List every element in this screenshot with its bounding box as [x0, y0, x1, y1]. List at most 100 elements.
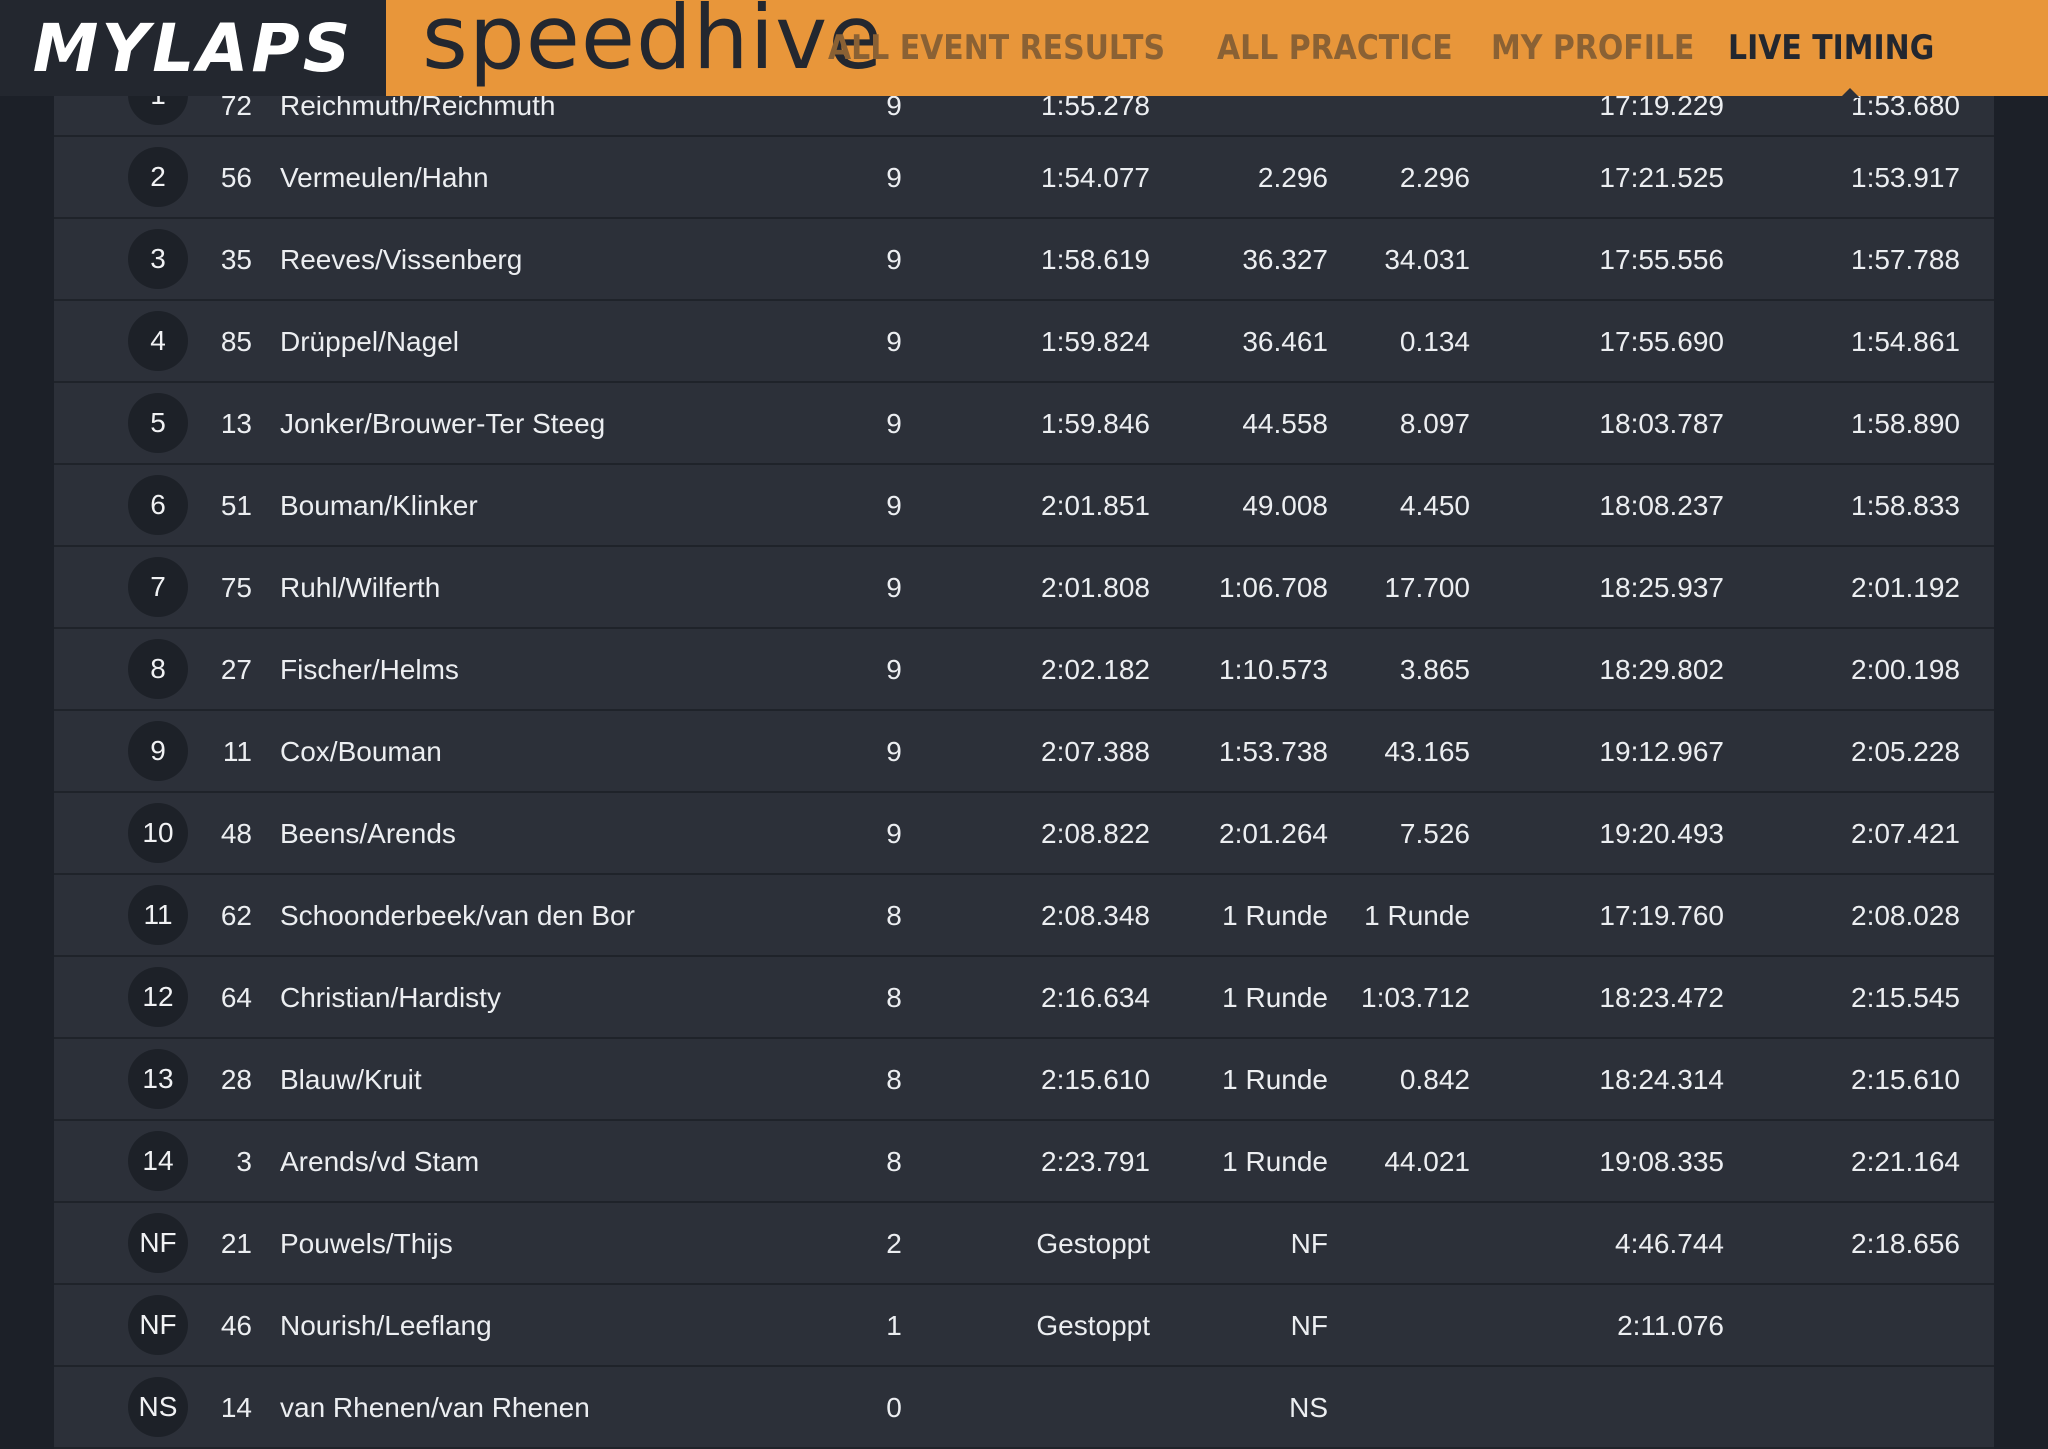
gap-to-leader: 2.296: [1257, 162, 1328, 193]
result-row[interactable]: 13 28 Blauw/Kruit 8 2:15.610 1 Runde 0.842 18:2…: [54, 1039, 1994, 1121]
total-time: 19:08.335: [1599, 1146, 1724, 1177]
position-badge: NF: [128, 1295, 188, 1355]
nav-my-profile[interactable]: MY PROFILE: [1491, 28, 1694, 68]
total-time: 2:11.076: [1617, 1310, 1724, 1341]
car-number: 27: [220, 654, 252, 685]
main-nav: ALL EVENT RESULTS ALL PRACTICE MY PROFIL…: [828, 28, 1938, 68]
last-lap-time: 2:07.388: [1041, 736, 1150, 767]
laps: 9: [886, 408, 902, 439]
result-row[interactable]: 12 64 Christian/Hardisty 8 2:16.634 1 Runde 1:…: [54, 957, 1994, 1039]
driver-name: Bouman/Klinker: [280, 490, 478, 521]
laps: 9: [886, 818, 902, 849]
result-row[interactable]: 9 11 Cox/Bouman 9 2:07.388 1:53.738 43.165 19:1…: [54, 711, 1994, 793]
nav-all-practice[interactable]: ALL PRACTICE: [1217, 28, 1453, 68]
driver-name: Jonker/Brouwer-Ter Steeg: [280, 408, 606, 439]
car-number: 13: [220, 408, 252, 439]
laps: 9: [886, 654, 902, 685]
speedhive-logo[interactable]: speedhive: [422, 0, 883, 89]
position-badge: NS: [128, 1377, 188, 1437]
car-number: 35: [220, 244, 252, 275]
laps: 2: [886, 1228, 902, 1259]
gap-to-previous: 8.097: [1399, 408, 1470, 439]
result-row[interactable]: 10 48 Beens/Arends 9 2:08.822 2:01.264 7.526 19…: [54, 793, 1994, 875]
active-nav-caret-icon: [1840, 88, 1860, 98]
result-row[interactable]: 2 56 Vermeulen/Hahn 9 1:54.077 2.296 2.296 17:2…: [54, 137, 1994, 219]
gap-to-previous: 3.865: [1399, 654, 1470, 685]
driver-name: Drüppel/Nagel: [280, 326, 459, 357]
laps: 8: [886, 982, 902, 1013]
total-time: 19:12.967: [1599, 736, 1724, 767]
total-time: 18:08.237: [1599, 490, 1724, 521]
result-row[interactable]: NF 46 Nourish/Leeflang 1 Gestoppt NF 2:11.076: [54, 1285, 1994, 1367]
last-lap-time: 1:59.846: [1041, 408, 1150, 439]
nav-all-event-results[interactable]: ALL EVENT RESULTS: [828, 28, 1165, 68]
result-row[interactable]: 3 35 Reeves/Vissenberg 9 1:58.619 36.327 34.03…: [54, 219, 1994, 301]
total-time: [1594, 1367, 1724, 1449]
gap-to-leader: 36.327: [1242, 244, 1328, 275]
position-badge: 4: [128, 311, 188, 371]
gap-to-previous: [1344, 1203, 1470, 1285]
driver-name: Arends/vd Stam: [280, 1146, 480, 1177]
best-lap-time: 2:07.421: [1851, 818, 1960, 849]
best-lap-time: 1:57.788: [1851, 244, 1960, 275]
last-lap-time: 2:01.851: [1041, 490, 1150, 521]
results-table: 172Reichmuth/Reichmuth91:55.27817:19.229…: [54, 55, 1994, 1449]
gap-to-previous: 43.165: [1384, 736, 1470, 767]
last-lap-time: [1004, 1367, 1150, 1449]
total-time: 18:25.937: [1599, 572, 1724, 603]
gap-to-previous: 1 Runde: [1364, 900, 1470, 931]
last-lap-time: 1:58.619: [1041, 244, 1150, 275]
total-time: 17:55.690: [1599, 326, 1724, 357]
last-lap-time: 1:59.824: [1041, 326, 1150, 357]
last-lap-time: 2:08.348: [1041, 900, 1150, 931]
laps: 9: [886, 490, 902, 521]
position-badge: 14: [128, 1131, 188, 1191]
last-lap-time: 2:23.791: [1041, 1146, 1150, 1177]
last-lap-time: Gestoppt: [1036, 1228, 1150, 1259]
mylaps-logo-text: MYLAPS: [32, 9, 354, 87]
car-number: 56: [220, 162, 252, 193]
result-row[interactable]: 8 27 Fischer/Helms 9 2:02.182 1:10.573 3.865 18…: [54, 629, 1994, 711]
position-badge: NF: [128, 1213, 188, 1273]
car-number: 64: [220, 982, 252, 1013]
gap-to-previous: 2.296: [1399, 162, 1470, 193]
nav-live-timing[interactable]: LIVE TIMING: [1728, 28, 1934, 68]
result-row[interactable]: 14 3 Arends/vd Stam 8 2:23.791 1 Runde 44.021 1…: [54, 1121, 1994, 1203]
result-row[interactable]: NF 21 Pouwels/Thijs 2 Gestoppt NF 4:46.744 2:18…: [54, 1203, 1994, 1285]
gap-to-leader: 1:06.708: [1219, 572, 1328, 603]
result-row[interactable]: 7 75 Ruhl/Wilferth 9 2:01.808 1:06.708 17.700 1…: [54, 547, 1994, 629]
gap-to-leader: 2:01.264: [1219, 818, 1328, 849]
position-badge: 6: [128, 475, 188, 535]
gap-to-previous: 4.450: [1399, 490, 1470, 521]
gap-to-previous: [1344, 1367, 1470, 1449]
last-lap-time: 1:54.077: [1041, 162, 1150, 193]
laps: 9: [886, 162, 902, 193]
position-badge: 3: [128, 229, 188, 289]
gap-to-previous: 17.700: [1384, 572, 1470, 603]
car-number: 28: [220, 1064, 252, 1095]
gap-to-leader: 1:53.738: [1219, 736, 1328, 767]
result-row[interactable]: NS 14 van Rhenen/van Rhenen 0 NS: [54, 1367, 1994, 1449]
result-row[interactable]: 11 62 Schoonderbeek/van den Bor 8 2:08.348 1 …: [54, 875, 1994, 957]
position-badge: 13: [128, 1049, 188, 1109]
car-number: 48: [220, 818, 252, 849]
position-badge: 2: [128, 147, 188, 207]
gap-to-previous: 34.031: [1384, 244, 1470, 275]
total-time: 19:20.493: [1599, 818, 1724, 849]
car-number: 14: [220, 1392, 252, 1423]
result-row[interactable]: 4 85 Drüppel/Nagel 9 1:59.824 36.461 0.134 17:5…: [54, 301, 1994, 383]
best-lap-time: 1:54.861: [1851, 326, 1960, 357]
laps: 1: [886, 1310, 902, 1341]
best-lap-time: [1824, 1285, 1960, 1367]
mylaps-logo[interactable]: MYLAPS: [0, 0, 386, 96]
speedhive-header: speedhive ALL EVENT RESULTS ALL PRACTICE…: [386, 0, 2048, 98]
best-lap-time: 2:18.656: [1851, 1228, 1960, 1259]
driver-name: Cox/Bouman: [280, 736, 442, 767]
position-badge: 8: [128, 639, 188, 699]
result-row[interactable]: 6 51 Bouman/Klinker 9 2:01.851 49.008 4.450 18:…: [54, 465, 1994, 547]
gap-to-leader: 1:10.573: [1219, 654, 1328, 685]
laps: 8: [886, 1146, 902, 1177]
result-row[interactable]: 5 13 Jonker/Brouwer-Ter Steeg 9 1:59.846 44.5…: [54, 383, 1994, 465]
laps: 8: [886, 1064, 902, 1095]
total-time: 4:46.744: [1615, 1228, 1724, 1259]
